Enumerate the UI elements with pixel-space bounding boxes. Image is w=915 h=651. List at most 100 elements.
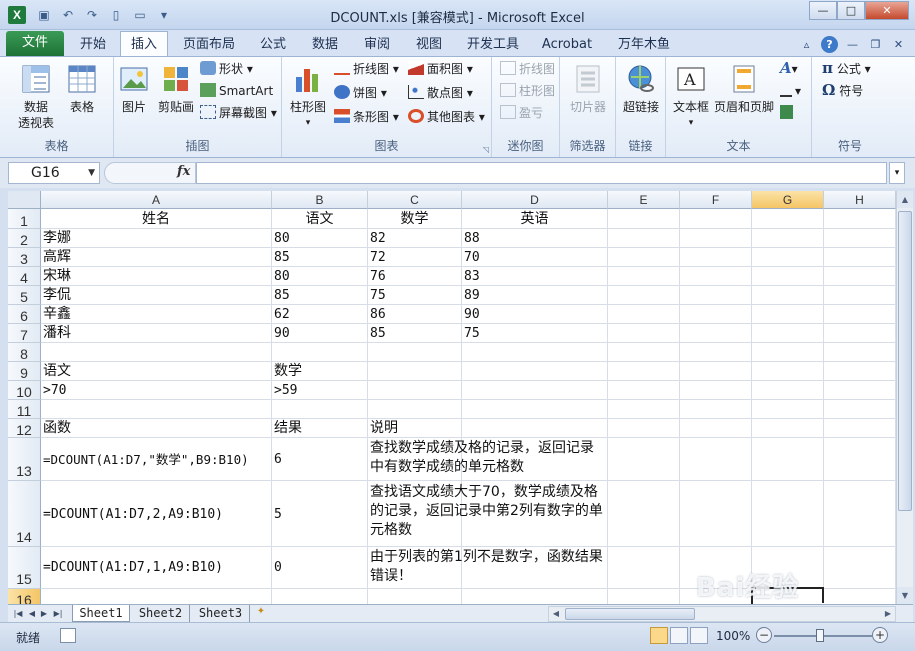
tab-formulas[interactable]: 公式 — [250, 34, 296, 56]
row-header-12[interactable]: 12 — [8, 419, 41, 438]
cell-c13[interactable]: 查找数学成绩及格的记录，返回记录中有数学成绩的单元格数 — [368, 439, 606, 477]
cell-d4[interactable]: 83 — [462, 267, 480, 286]
row-header-16[interactable]: 16 — [8, 589, 41, 604]
row-header-2[interactable]: 2 — [8, 229, 41, 248]
signature-button[interactable]: ▾ — [780, 81, 801, 101]
textbox-button[interactable]: A 文本框 ▾ — [670, 63, 712, 131]
cell-a15[interactable]: =DCOUNT(A1:D7,1,A9:B10) — [41, 558, 223, 577]
cell-c14[interactable]: 查找语文成绩大于70，数学成绩及格的记录，返回记录中第2列有数字的单元格数 — [368, 483, 606, 540]
wordart-button[interactable]: A▾ — [780, 59, 798, 79]
cell-a4[interactable]: 宋琳 — [41, 267, 71, 286]
cell-a9[interactable]: 语文 — [41, 362, 71, 381]
zoom-out-button[interactable]: − — [756, 627, 772, 643]
tab-data[interactable]: 数据 — [302, 34, 348, 56]
cell-d3[interactable]: 70 — [462, 248, 480, 267]
cell-b6[interactable]: 62 — [272, 305, 290, 324]
zoom-level[interactable]: 100% — [716, 629, 750, 643]
cell-a12[interactable]: 函数 — [41, 419, 71, 438]
shapes-button[interactable]: 形状 ▾ — [200, 59, 253, 79]
page-break-view-button[interactable] — [690, 627, 708, 644]
cell-d2[interactable]: 88 — [462, 229, 480, 248]
cell-c2[interactable]: 82 — [368, 229, 386, 248]
cell-b7[interactable]: 90 — [272, 324, 290, 343]
cell-a5[interactable]: 李侃 — [41, 286, 71, 305]
column-header-e[interactable]: E — [608, 191, 680, 209]
last-sheet-icon[interactable]: ▶| — [52, 606, 64, 622]
column-chart-button[interactable]: 柱形图 ▾ — [286, 63, 330, 131]
area-chart-button[interactable]: 面积图 ▾ — [408, 59, 473, 79]
name-box[interactable]: G16 ▼ — [8, 162, 100, 184]
smartart-button[interactable]: SmartArt — [200, 81, 273, 101]
tab-file[interactable]: 文件 — [6, 31, 64, 56]
doc-minimize-icon[interactable]: — — [844, 36, 861, 53]
tab-insert[interactable]: 插入 — [120, 31, 168, 57]
first-sheet-icon[interactable]: |◀ — [12, 606, 24, 622]
row-header-11[interactable]: 11 — [8, 400, 41, 419]
minimize-button[interactable]: — — [809, 1, 837, 20]
expand-formula-icon[interactable]: ▾ — [889, 162, 905, 184]
scroll-down-icon[interactable]: ▼ — [897, 587, 913, 604]
horizontal-scroll-thumb[interactable] — [565, 608, 695, 620]
scroll-up-icon[interactable]: ▲ — [897, 191, 913, 208]
row-header-9[interactable]: 9 — [8, 362, 41, 381]
tab-wannianmuyu[interactable]: 万年木鱼 — [608, 34, 680, 56]
close-button[interactable]: ✕ — [865, 1, 909, 20]
normal-view-button[interactable] — [650, 627, 668, 644]
cell-b13[interactable]: 6 — [272, 450, 282, 469]
prev-sheet-icon[interactable]: ◀ — [26, 606, 38, 622]
cell-d1[interactable]: 英语 — [462, 210, 607, 229]
column-header-g[interactable]: G — [752, 191, 824, 209]
row-header-7[interactable]: 7 — [8, 324, 41, 343]
cell-c6[interactable]: 86 — [368, 305, 386, 324]
cell-b2[interactable]: 80 — [272, 229, 290, 248]
cell-a14[interactable]: =DCOUNT(A1:D7,2,A9:B10) — [41, 505, 223, 524]
cell-a6[interactable]: 辛鑫 — [41, 305, 71, 324]
help-icon[interactable]: ? — [821, 36, 838, 53]
column-header-f[interactable]: F — [680, 191, 752, 209]
cell-c3[interactable]: 72 — [368, 248, 386, 267]
row-header-4[interactable]: 4 — [8, 267, 41, 286]
vertical-scrollbar[interactable]: ▲ ▼ — [896, 191, 913, 604]
tab-view[interactable]: 视图 — [406, 34, 452, 56]
cell-c12[interactable]: 说明 — [368, 419, 398, 438]
cell-b14[interactable]: 5 — [272, 505, 282, 524]
zoom-in-button[interactable]: + — [872, 627, 888, 643]
row-header-5[interactable]: 5 — [8, 286, 41, 305]
worksheet-grid[interactable]: A B C D E F G H 1 2 3 4 5 6 7 8 9 10 11 … — [8, 191, 896, 604]
cell-d6[interactable]: 90 — [462, 305, 480, 324]
bar-chart-button[interactable]: 条形图 ▾ — [334, 107, 399, 127]
sparkline-line-button[interactable]: 折线图 — [500, 59, 555, 79]
column-header-h[interactable]: H — [824, 191, 896, 209]
picture-button[interactable]: 图片 — [116, 63, 152, 115]
tab-acrobat[interactable]: Acrobat — [536, 34, 598, 56]
tab-review[interactable]: 审阅 — [354, 34, 400, 56]
tab-home[interactable]: 开始 — [70, 34, 116, 56]
minimize-ribbon-icon[interactable]: ▵ — [798, 36, 815, 53]
vertical-scroll-thumb[interactable] — [898, 211, 912, 511]
sheet-tab-sheet3[interactable]: Sheet3 — [192, 605, 250, 622]
object-button[interactable] — [780, 103, 796, 123]
sheet-tab-sheet1[interactable]: Sheet1 — [72, 605, 130, 622]
pivot-table-button[interactable]: 数据 透视表 — [8, 63, 64, 131]
next-sheet-icon[interactable]: ▶ — [38, 606, 50, 622]
doc-close-icon[interactable]: ✕ — [890, 36, 907, 53]
sparkline-winloss-button[interactable]: 盈亏 — [500, 103, 543, 123]
clipart-button[interactable]: 剪贴画 — [154, 63, 198, 115]
row-header-13[interactable]: 13 — [8, 438, 41, 481]
scatter-chart-button[interactable]: 散点图 ▾ — [408, 83, 473, 103]
row-header-3[interactable]: 3 — [8, 248, 41, 267]
slicer-button[interactable]: 切片器 — [566, 63, 610, 115]
column-header-d[interactable]: D — [462, 191, 608, 209]
page-layout-view-button[interactable] — [670, 627, 688, 644]
row-header-8[interactable]: 8 — [8, 343, 41, 362]
maximize-button[interactable]: □ — [837, 1, 865, 20]
scroll-right-icon[interactable]: ▶ — [881, 607, 895, 621]
horizontal-scrollbar[interactable]: ◀ ▶ — [548, 606, 896, 622]
tab-developer[interactable]: 开发工具 — [460, 34, 526, 56]
cell-b9[interactable]: 数学 — [272, 362, 302, 381]
cell-b5[interactable]: 85 — [272, 286, 290, 305]
column-header-b[interactable]: B — [272, 191, 368, 209]
column-header-a[interactable]: A — [41, 191, 272, 209]
row-header-6[interactable]: 6 — [8, 305, 41, 324]
header-footer-button[interactable]: 页眉和页脚 — [712, 63, 776, 115]
